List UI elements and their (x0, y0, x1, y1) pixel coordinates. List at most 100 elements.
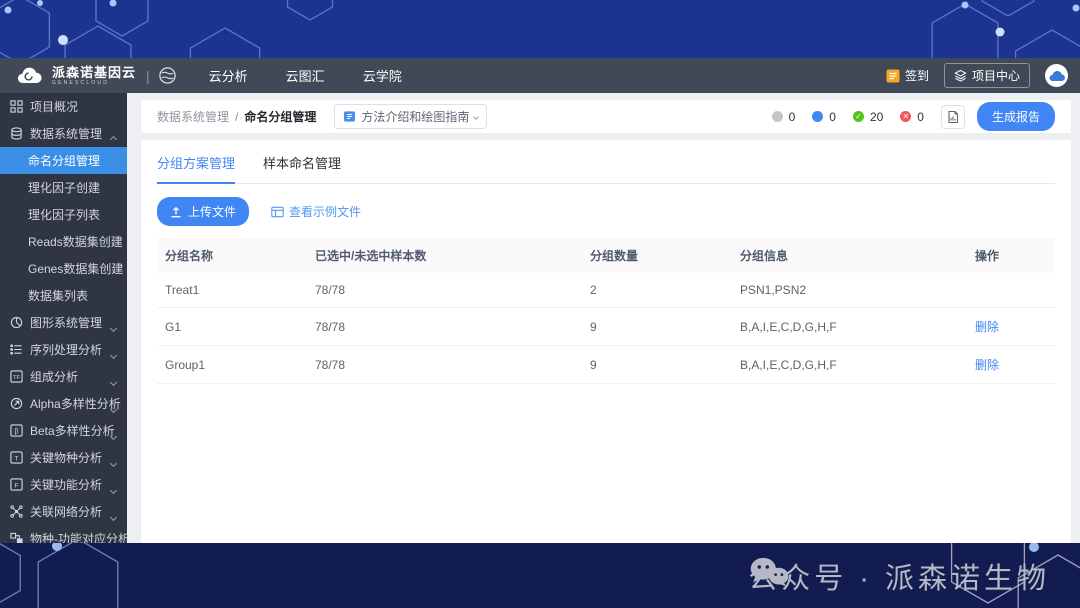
chevron-down-icon (109, 374, 118, 388)
header-bar: 派森诺基因云 GENESCLOUD | 云分析 云图汇 云学院 签到 项目中心 (0, 58, 1080, 93)
sidebar-item-correlation-network-analysis[interactable]: 关联网络分析 (0, 498, 127, 525)
network-icon (10, 505, 23, 518)
brand-subname: GENESCLOUD (52, 79, 110, 86)
tab-sample-naming-management[interactable]: 样本命名管理 (263, 153, 341, 183)
nav-cloud-charts[interactable]: 云图汇 (284, 66, 327, 85)
nav-cloud-analysis[interactable]: 云分析 (207, 66, 250, 85)
cell-actions: 删除 (967, 345, 1055, 384)
cell-group-count: 2 (582, 273, 732, 308)
cell-samples: 78/78 (307, 345, 582, 384)
toolbar-right: 0 0 ✓ 20 ✕ 0 生成报告 (771, 102, 1055, 131)
breadcrumb-parent[interactable]: 数据系统管理 (157, 108, 229, 125)
sidebar-item-label: 命名分组管理 (28, 154, 101, 168)
table-row: G1 78/78 9 B,A,I,E,C,D,G,H,F 删除 (157, 307, 1055, 346)
hexagon-pattern-top (0, 0, 1080, 58)
sidebar-item-key-function-analysis[interactable]: F 关键功能分析 (0, 471, 127, 498)
sidebar-item-label: 关键物种分析 (30, 451, 103, 465)
breadcrumb: 数据系统管理 / 命名分组管理 (157, 108, 316, 125)
chevron-down-icon (109, 428, 118, 442)
tab-grouping-scheme-management[interactable]: 分组方案管理 (157, 153, 236, 184)
table-header-row: 分组名称 已选中/未选中样本数 分组数量 分组信息 操作 (157, 238, 1055, 273)
delete-link[interactable]: 删除 (975, 320, 999, 334)
sidebar-item-label: 组成分析 (30, 370, 79, 384)
table-row: Group1 78/78 9 B,A,I,E,C,D,G,H,F 删除 (157, 345, 1055, 384)
svg-text:F: F (15, 482, 19, 489)
status-running[interactable]: 0 (812, 110, 836, 124)
sidebar-item-composition-analysis[interactable]: TF 组成分析 (0, 363, 127, 390)
globe-icon (158, 67, 176, 84)
chevron-down-icon (109, 455, 118, 469)
breadcrumb-current: 命名分组管理 (244, 110, 317, 124)
tf-box-icon: TF (10, 370, 23, 383)
sidebar-item-dataset-list[interactable]: 数据集列表 (0, 282, 127, 309)
report-preview-button[interactable] (940, 104, 965, 129)
queued-count: 0 (788, 109, 796, 124)
sidebar-item-label: 关联网络分析 (30, 505, 103, 519)
chevron-up-icon (109, 131, 118, 145)
sidebar-item-label: 理化因子创建 (28, 181, 101, 195)
col-group-info: 分组信息 (732, 238, 967, 273)
actions-row: 上传文件 查看示例文件 (157, 197, 1055, 226)
avatar[interactable] (1045, 64, 1068, 87)
cell-group-name: Treat1 (157, 273, 307, 308)
brand-logo[interactable]: 派森诺基因云 GENESCLOUD | (0, 65, 177, 87)
f-box-icon: F (10, 478, 23, 491)
cell-actions: 删除 (967, 307, 1055, 346)
sidebar-item-reads-dataset-create[interactable]: Reads数据集创建 (0, 228, 127, 255)
brand-name: 派森诺基因云 (52, 64, 137, 80)
method-guide-label: 方法介绍和绘图指南 (361, 110, 470, 124)
upload-arrow-icon (171, 206, 181, 217)
cell-samples: 78/78 (307, 307, 582, 346)
project-center-label: 项目中心 (971, 69, 1020, 83)
chevron-down-icon (109, 401, 118, 415)
sidebar-item-sequence-processing-analysis[interactable]: 序列处理分析 (0, 336, 127, 363)
main-card: 分组方案管理 样本命名管理 上传文件 查看示例文件 分组名称 已选中/未选中样本… (141, 140, 1071, 543)
status-completed[interactable]: ✓ 20 (852, 110, 883, 124)
status-failed[interactable]: ✕ 0 (900, 110, 924, 124)
cell-group-name: Group1 (157, 345, 307, 384)
status-queued[interactable]: 0 (771, 109, 796, 124)
checkin-button[interactable]: 签到 (886, 67, 929, 84)
beta-box-icon: β (10, 424, 23, 437)
sidebar-item-project-overview[interactable]: 项目概况 (0, 93, 127, 120)
delete-link[interactable]: 删除 (975, 358, 999, 372)
upload-file-button[interactable]: 上传文件 (157, 197, 250, 226)
sidebar-item-label: Reads数据集创建 (28, 235, 123, 249)
generate-report-button[interactable]: 生成报告 (976, 102, 1055, 131)
method-guide-dropdown[interactable]: 方法介绍和绘图指南 (334, 104, 488, 129)
sidebar-item-graphic-system-management[interactable]: 图形系统管理 (0, 309, 127, 336)
nav-cloud-academy[interactable]: 云学院 (361, 66, 404, 85)
chevron-down-icon (109, 509, 118, 523)
sidebar-item-alpha-diversity-analysis[interactable]: Alpha多样性分析 (0, 390, 127, 417)
toolbar-card: 数据系统管理 / 命名分组管理 方法介绍和绘图指南 0 0 ✓ 20 ✕ 0 生… (141, 100, 1071, 133)
sidebar-item-label: Alpha多样性分析 (30, 397, 121, 411)
sidebar-item-beta-diversity-analysis[interactable]: β Beta多样性分析 (0, 417, 127, 444)
sidebar-item-data-system-management[interactable]: 数据系统管理 (0, 120, 127, 147)
report-document-icon (948, 110, 959, 123)
col-group-name: 分组名称 (157, 238, 307, 273)
sidebar-item-species-function-mapping-analysis[interactable]: 物种-功能对应分析 (0, 525, 127, 543)
sidebar-item-key-species-analysis[interactable]: T 关键物种分析 (0, 444, 127, 471)
sidebar-item-physicochemical-factor-create[interactable]: 理化因子创建 (0, 174, 127, 201)
calendar-icon (886, 69, 900, 82)
cell-actions (967, 273, 1055, 308)
watermark-text: 公众号 · 派森诺生物 (748, 562, 1050, 595)
sidebar-item-physicochemical-factor-list[interactable]: 理化因子列表 (0, 201, 127, 228)
main-nav: 云分析 云图汇 云学院 (207, 66, 404, 85)
content-area: 数据系统管理 / 命名分组管理 方法介绍和绘图指南 0 0 ✓ 20 ✕ 0 生… (127, 93, 1080, 543)
breadcrumb-separator: / (235, 109, 239, 124)
layers-icon (954, 69, 967, 82)
chart-icon (10, 316, 23, 329)
list-icon (10, 344, 22, 355)
failed-count: 0 (917, 109, 924, 124)
project-center-button[interactable]: 项目中心 (943, 63, 1030, 88)
watermark: 公众号 · 派森诺生物 (748, 555, 1050, 597)
view-example-file-link[interactable]: 查看示例文件 (271, 203, 361, 220)
chevron-down-icon (473, 113, 480, 120)
sidebar-item-genes-dataset-create[interactable]: Genes数据集创建 (0, 255, 127, 282)
table-row: Treat1 78/78 2 PSN1,PSN2 (157, 273, 1055, 308)
brand-text: 派森诺基因云 GENESCLOUD (52, 66, 136, 86)
sidebar-item-naming-group-management[interactable]: 命名分组管理 (0, 147, 127, 174)
body-row: 项目概况 数据系统管理 命名分组管理 理化因子创建 理化因子列表 Reads数据… (0, 93, 1080, 543)
book-icon (344, 111, 356, 122)
